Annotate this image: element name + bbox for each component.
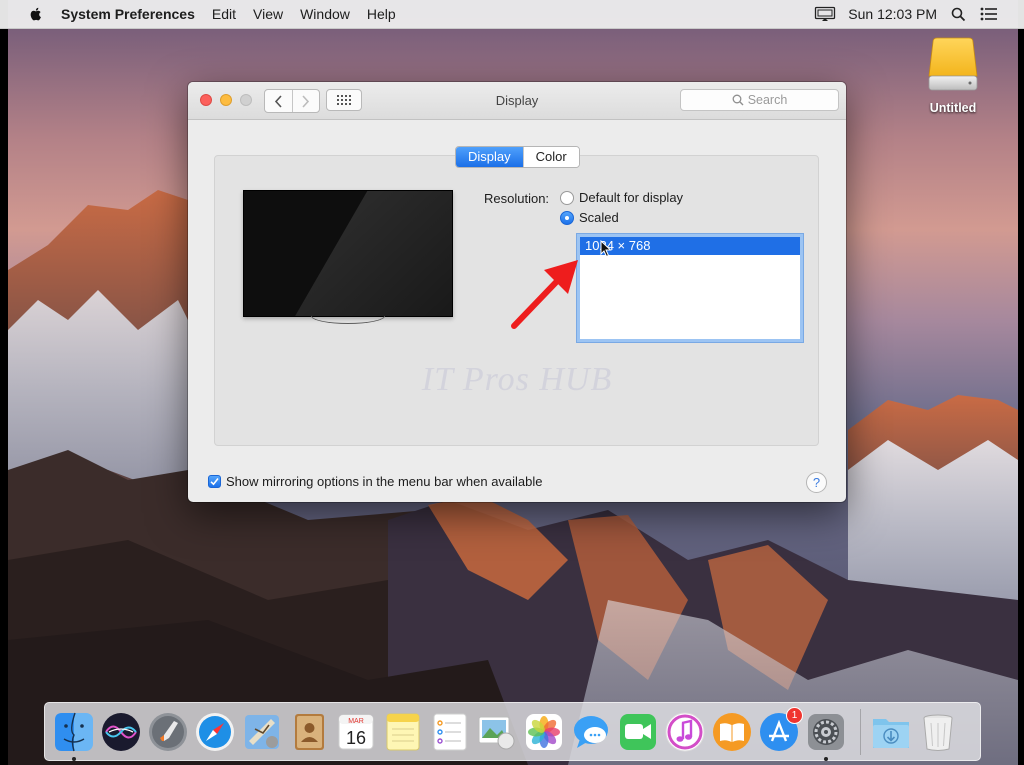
menu-edit[interactable]: Edit: [212, 6, 236, 22]
calendar-day: 16: [346, 728, 366, 748]
display-monitor-image: [243, 190, 453, 325]
calendar-icon: MAR 16: [338, 714, 374, 749]
dock-messages[interactable]: [570, 711, 612, 753]
external-drive-icon: [928, 37, 978, 91]
dock-calendar[interactable]: MAR 16: [335, 711, 377, 753]
notification-center-icon[interactable]: [980, 7, 998, 21]
menu-clock[interactable]: Sun 12:03 PM: [848, 6, 937, 22]
trash-icon: [923, 714, 953, 751]
dock-trash[interactable]: [917, 711, 959, 753]
contacts-icon: [295, 713, 324, 750]
dock-contacts[interactable]: [288, 711, 330, 753]
itunes-icon: [665, 712, 705, 751]
photo-booth-icon: [478, 716, 515, 749]
mirroring-checkbox[interactable]: [208, 475, 221, 488]
mirroring-checkbox-label: Show mirroring options in the menu bar w…: [226, 474, 543, 489]
resolution-option-selected[interactable]: 1024 × 768: [580, 237, 800, 255]
menu-help[interactable]: Help: [367, 6, 396, 22]
running-indicator: [72, 756, 76, 761]
tab-color[interactable]: Color: [522, 147, 579, 167]
launchpad-icon: [149, 712, 187, 751]
radio-button-scaled[interactable]: [560, 210, 574, 225]
search-placeholder: Search: [747, 93, 788, 107]
system-preferences-icon: [808, 713, 844, 750]
red-arrow-annotation: [511, 260, 578, 329]
dock-itunes[interactable]: [664, 711, 706, 753]
apple-icon[interactable]: [28, 6, 44, 22]
tab-bar: Display Color: [455, 146, 580, 168]
watermark-text: IT Pros HUB: [421, 361, 613, 398]
finder-icon: [55, 712, 93, 751]
resolution-label: Resolution:: [484, 191, 550, 206]
search-icon: [732, 94, 744, 106]
reminders-icon: [433, 713, 467, 750]
downloads-icon: [873, 718, 909, 748]
dock-finder[interactable]: [53, 711, 95, 761]
desktop-drive-untitled[interactable]: Untitled: [920, 36, 986, 115]
mouse-pointer-icon: [600, 240, 612, 258]
radio-scaled-label: Scaled: [579, 210, 619, 225]
menu-app-name[interactable]: System Preferences: [61, 6, 195, 22]
tab-display[interactable]: Display: [456, 147, 523, 167]
menu-bar: System Preferences Edit View Window Help…: [0, 0, 1024, 29]
dock-separator: [860, 708, 861, 755]
dock-reminders[interactable]: [429, 711, 471, 753]
drive-label: Untitled: [929, 101, 977, 115]
search-field[interactable]: Search: [680, 89, 839, 111]
spotlight-icon[interactable]: [951, 7, 966, 22]
dock-siri[interactable]: [100, 711, 142, 753]
dock-downloads[interactable]: [870, 711, 912, 753]
dock-ibooks[interactable]: [711, 711, 753, 753]
window-titlebar[interactable]: Display Search: [188, 82, 846, 120]
menu-window[interactable]: Window: [300, 6, 350, 22]
dock-facetime[interactable]: [617, 711, 659, 753]
dock-photos[interactable]: [523, 711, 565, 753]
dock-launchpad[interactable]: [147, 711, 189, 753]
airplay-display-icon[interactable]: [814, 6, 836, 22]
safari-icon: [196, 712, 234, 751]
dock-app-store[interactable]: 1: [758, 706, 803, 753]
dock: MAR 16 1: [44, 702, 981, 761]
monitor-stand: [311, 316, 385, 324]
photos-icon: [526, 713, 562, 750]
dock-safari[interactable]: [194, 711, 236, 753]
dock-system-preferences[interactable]: [805, 711, 847, 761]
siri-icon: [102, 712, 140, 751]
menu-view[interactable]: View: [253, 6, 283, 22]
app-store-badge: 1: [786, 706, 803, 724]
ibooks-icon: [713, 712, 751, 751]
mail-icon: [245, 714, 279, 749]
dock-photo-booth[interactable]: [476, 711, 518, 753]
radio-scaled[interactable]: Scaled: [560, 210, 619, 225]
notes-icon: [386, 713, 420, 750]
help-button[interactable]: ?: [806, 472, 827, 493]
dock-mail[interactable]: [241, 711, 283, 753]
messages-icon: [574, 715, 608, 748]
facetime-icon: [620, 713, 656, 750]
radio-default-for-display[interactable]: Default for display: [560, 190, 683, 205]
calendar-month: MAR: [348, 718, 364, 725]
monitor-screen: [243, 190, 453, 317]
display-preferences-window: Display Search Display Color IT Pros HUB…: [188, 82, 846, 502]
radio-default-label: Default for display: [579, 190, 684, 205]
running-indicator: [824, 756, 828, 761]
mirroring-checkbox-row[interactable]: Show mirroring options in the menu bar w…: [208, 474, 543, 489]
checkmark-icon: [210, 478, 219, 486]
radio-button-default[interactable]: [560, 190, 574, 205]
dock-notes[interactable]: [382, 711, 424, 753]
